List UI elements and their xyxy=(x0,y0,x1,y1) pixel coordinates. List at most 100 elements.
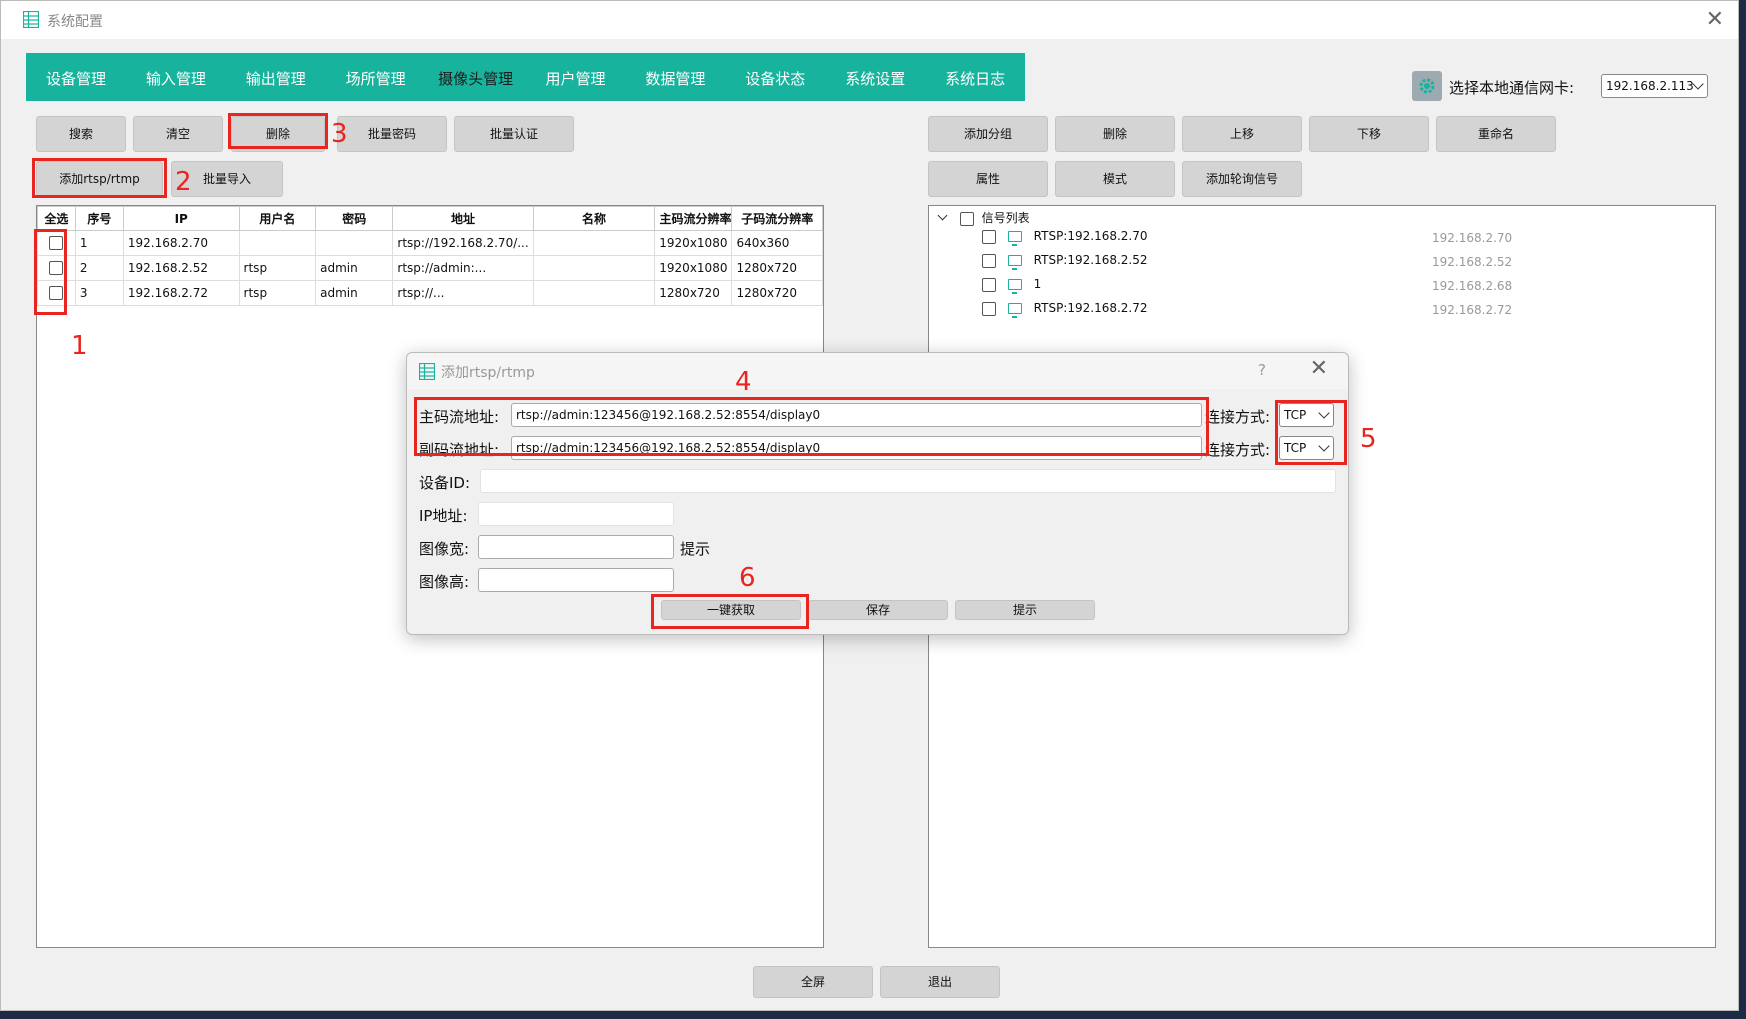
window-close-icon[interactable]: ✕ xyxy=(1706,7,1724,32)
col-ip-header[interactable]: IP xyxy=(122,206,240,231)
annotation-box-1 xyxy=(34,229,67,315)
image-width-input[interactable] xyxy=(478,535,674,559)
move-down-button[interactable]: 下移 xyxy=(1309,116,1429,152)
tree-item-label: RTSP:192.168.2.52 xyxy=(1033,253,1148,267)
col-index-header[interactable]: 序号 xyxy=(74,206,124,231)
batch-password-button[interactable]: 批量密码 xyxy=(337,116,447,152)
annotation-label-6: 6 xyxy=(739,563,756,593)
row-ip: 192.168.2.70 xyxy=(122,230,240,256)
batch-auth-button[interactable]: 批量认证 xyxy=(454,116,574,152)
annotation-label-2: 2 xyxy=(175,167,192,197)
nic-settings-button[interactable] xyxy=(1412,71,1442,101)
col-main-res-header[interactable]: 主码流分辨率 xyxy=(654,206,733,231)
annotation-box-3 xyxy=(228,113,328,149)
nav-venue-manage[interactable]: 场所管理 xyxy=(326,53,426,101)
row-index: 3 xyxy=(74,280,124,306)
add-group-button[interactable]: 添加分组 xyxy=(928,116,1048,152)
chevron-down-icon[interactable] xyxy=(937,210,948,221)
dialog-title: 添加rtsp/rtmp xyxy=(441,365,535,381)
nav-system-log[interactable]: 系统日志 xyxy=(925,53,1025,101)
nav-device-manage[interactable]: 设备管理 xyxy=(26,53,126,101)
table-row[interactable]: 3 192.168.2.72 rtsp admin rtsp://... 128… xyxy=(37,280,823,306)
table-row[interactable]: 2 192.168.2.52 rtsp admin rtsp://admin:.… xyxy=(37,255,823,281)
device-id-input[interactable] xyxy=(480,469,1336,493)
row-index: 1 xyxy=(74,230,124,256)
monitor-icon xyxy=(1007,303,1022,318)
nav-output-manage[interactable]: 输出管理 xyxy=(226,53,326,101)
nav-device-status[interactable]: 设备状态 xyxy=(725,53,825,101)
annotation-label-3: 3 xyxy=(331,119,348,149)
sub-conn-label: 连接方式: xyxy=(1205,441,1271,459)
help-icon[interactable]: ? xyxy=(1258,361,1266,379)
row-password xyxy=(315,230,394,256)
add-rtsp-dialog: 添加rtsp/rtmp ? ✕ 主码流地址: rtsp://admin:1234… xyxy=(406,352,1377,635)
dialog-title-bar: 添加rtsp/rtmp ? ✕ xyxy=(407,353,1348,389)
col-name-header[interactable]: 名称 xyxy=(532,206,656,231)
add-poll-signal-button[interactable]: 添加轮询信号 xyxy=(1182,161,1302,197)
tree-root-checkbox[interactable] xyxy=(959,211,974,226)
tree-item-ip: 192.168.2.52 xyxy=(1432,255,1513,269)
image-height-input[interactable] xyxy=(478,568,674,592)
image-hint-text: 提示 xyxy=(680,540,711,558)
table-header: 全选 序号 IP 用户名 密码 地址 名称 主码流分辨率 子码流分辨率 xyxy=(37,206,823,231)
save-button[interactable]: 保存 xyxy=(808,600,948,620)
tree-root-label: 信号列表 xyxy=(981,211,1030,225)
row-main-res: 1920x1080 xyxy=(654,255,733,281)
nic-label: 选择本地通信网卡: xyxy=(1449,79,1575,97)
exit-button[interactable]: 退出 xyxy=(880,966,1000,998)
row-username: rtsp xyxy=(238,255,317,281)
select-all-header[interactable]: 全选 xyxy=(37,206,76,231)
nav-system-settings[interactable]: 系统设置 xyxy=(825,53,925,101)
dialog-close-icon[interactable]: ✕ xyxy=(1310,356,1328,381)
row-address: rtsp://admin:... xyxy=(392,255,534,281)
annotation-box-5 xyxy=(1275,400,1347,465)
tree-item-checkbox[interactable] xyxy=(982,301,996,316)
row-ip: 192.168.2.52 xyxy=(122,255,240,281)
nav-input-manage[interactable]: 输入管理 xyxy=(126,53,226,101)
tree-item-label: RTSP:192.168.2.72 xyxy=(1033,301,1148,315)
delete-group-button[interactable]: 删除 xyxy=(1055,116,1175,152)
hint-button[interactable]: 提示 xyxy=(955,600,1095,620)
nic-select-value: 192.168.2.113 xyxy=(1606,79,1694,93)
col-sub-res-header[interactable]: 子码流分辨率 xyxy=(731,206,823,231)
ip-address-label: IP地址: xyxy=(419,507,468,525)
monitor-icon xyxy=(1007,279,1022,294)
nav-user-manage[interactable]: 用户管理 xyxy=(526,53,626,101)
col-password-header[interactable]: 密码 xyxy=(315,206,394,231)
mode-button[interactable]: 模式 xyxy=(1055,161,1175,197)
tree-item[interactable]: 1 xyxy=(982,277,1042,294)
ip-address-input[interactable] xyxy=(478,502,674,526)
main-conn-label: 连接方式: xyxy=(1205,408,1271,426)
row-sub-res: 640x360 xyxy=(731,230,823,256)
rename-button[interactable]: 重命名 xyxy=(1436,116,1556,152)
main-window: 系统配置 ✕ 设备管理 输入管理 输出管理 场所管理 摄像头管理 用户管理 数据… xyxy=(0,0,1739,1011)
row-index: 2 xyxy=(74,255,124,281)
table-row[interactable]: 1 192.168.2.70 rtsp://192.168.2.70/... 1… xyxy=(37,230,823,256)
nav-data-manage[interactable]: 数据管理 xyxy=(625,53,725,101)
tree-item[interactable]: RTSP:192.168.2.70 xyxy=(982,229,1148,246)
annotation-box-2 xyxy=(32,158,167,198)
tree-root[interactable]: 信号列表 xyxy=(937,209,1030,226)
tree-item[interactable]: RTSP:192.168.2.72 xyxy=(982,301,1148,318)
tree-item[interactable]: RTSP:192.168.2.52 xyxy=(982,253,1148,270)
tree-item-checkbox[interactable] xyxy=(982,277,996,292)
move-up-button[interactable]: 上移 xyxy=(1182,116,1302,152)
col-username-header[interactable]: 用户名 xyxy=(238,206,317,231)
tree-item-checkbox[interactable] xyxy=(982,229,996,244)
image-height-label: 图像高: xyxy=(419,573,470,591)
tree-item-checkbox[interactable] xyxy=(982,253,996,268)
device-id-label: 设备ID: xyxy=(419,474,471,492)
clear-button[interactable]: 清空 xyxy=(133,116,223,152)
monitor-icon xyxy=(1007,231,1022,246)
tree-item-label: 1 xyxy=(1033,277,1042,291)
row-password: admin xyxy=(315,255,394,281)
tree-item-ip: 192.168.2.68 xyxy=(1432,279,1513,293)
nic-select[interactable]: 192.168.2.113 xyxy=(1601,74,1708,98)
fullscreen-button[interactable]: 全屏 xyxy=(753,966,873,998)
col-address-header[interactable]: 地址 xyxy=(392,206,534,231)
nav-camera-manage[interactable]: 摄像头管理 xyxy=(426,53,526,101)
search-button[interactable]: 搜索 xyxy=(36,116,126,152)
title-bar: 系统配置 ✕ xyxy=(1,1,1738,39)
top-nav: 设备管理 输入管理 输出管理 场所管理 摄像头管理 用户管理 数据管理 设备状态… xyxy=(26,53,1025,101)
property-button[interactable]: 属性 xyxy=(928,161,1048,197)
